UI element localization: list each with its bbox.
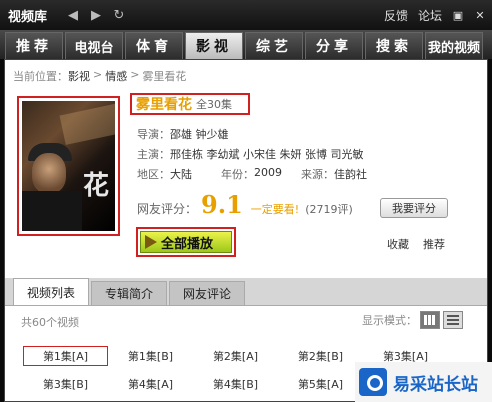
main-tabs: 推荐 电视台 体育 影视 综艺 分享 搜索 我的视频 bbox=[0, 30, 492, 59]
breadcrumb-separator: > bbox=[130, 68, 140, 81]
display-mode: 显示模式： bbox=[362, 311, 463, 329]
app-title: 视频库 bbox=[8, 9, 48, 25]
region-label: 地区： bbox=[137, 168, 170, 181]
forum-link[interactable]: 论坛 bbox=[418, 7, 442, 24]
cast-row: 主演： 邢佳栋 李幼斌 小宋佳 朱妍 张博 司光敏 bbox=[137, 146, 363, 162]
poster-highlight: 花 bbox=[17, 96, 120, 236]
list-view-icon[interactable] bbox=[443, 311, 463, 329]
play-icon bbox=[145, 235, 157, 249]
maximize-icon[interactable]: ▣ bbox=[452, 9, 464, 22]
tab-video-list[interactable]: 视频列表 bbox=[13, 278, 89, 305]
year-value: 2009 bbox=[254, 166, 282, 179]
source-value: 佳韵社 bbox=[334, 168, 367, 181]
play-all-button[interactable]: 全部播放 bbox=[140, 231, 232, 253]
director-label: 导演： bbox=[137, 128, 170, 141]
rating-label: 网友评分： bbox=[137, 202, 198, 216]
episode-item[interactable]: 第2集[B] bbox=[278, 346, 363, 366]
episode-item[interactable]: 第4集[A] bbox=[108, 374, 193, 394]
play-all-label: 全部播放 bbox=[161, 236, 214, 252]
back-arrow-icon[interactable]: ◀ bbox=[66, 8, 80, 23]
tab-share[interactable]: 分享 bbox=[305, 32, 363, 59]
title-bar-right: 反馈 论坛 ▣ ✕ bbox=[384, 0, 486, 30]
region-value: 大陆 bbox=[170, 168, 192, 181]
title-highlight: 雾里看花 全30集 bbox=[130, 93, 250, 115]
watermark-logo-icon bbox=[359, 368, 387, 396]
display-mode-label: 显示模式： bbox=[362, 314, 417, 327]
tab-album-intro[interactable]: 专辑简介 bbox=[91, 281, 167, 305]
breadcrumb-separator: > bbox=[93, 68, 103, 81]
breadcrumb-item-romance[interactable]: 情感 bbox=[105, 68, 127, 84]
tab-tv-station[interactable]: 电视台 bbox=[65, 32, 123, 59]
episode-item[interactable]: 第1集[B] bbox=[108, 346, 193, 366]
grid-view-icon[interactable] bbox=[420, 311, 440, 329]
tab-search[interactable]: 搜索 bbox=[365, 32, 423, 59]
rating-count: (2719评) bbox=[305, 203, 353, 216]
breadcrumb-item-current: 雾里看花 bbox=[142, 70, 187, 83]
show-title: 雾里看花 bbox=[136, 97, 192, 113]
cast-label: 主演： bbox=[137, 148, 170, 161]
poster-light-streak bbox=[59, 103, 115, 145]
cast-value[interactable]: 邢佳栋 李幼斌 小宋佳 朱妍 张博 司光敏 bbox=[170, 146, 363, 162]
episode-item[interactable]: 第3集[B] bbox=[23, 374, 108, 394]
close-icon[interactable]: ✕ bbox=[474, 9, 486, 22]
tab-my-videos[interactable]: 我的视频 bbox=[425, 32, 483, 59]
favorite-link[interactable]: 收藏 bbox=[387, 236, 409, 252]
tab-film-tv[interactable]: 影视 bbox=[185, 32, 243, 59]
tab-user-reviews[interactable]: 网友评论 bbox=[169, 281, 245, 305]
watermark: 易采站长站 bbox=[355, 362, 492, 402]
rating-row: 网友评分： 9.1 一定要看! (2719评) bbox=[137, 190, 353, 219]
video-count: 共60个视频 bbox=[21, 316, 79, 329]
poster-image[interactable]: 花 bbox=[22, 101, 115, 231]
sub-tabs: 视频列表 专辑简介 网友评论 bbox=[5, 278, 487, 306]
refresh-icon[interactable]: ↻ bbox=[112, 8, 126, 23]
watermark-text: 易采站长站 bbox=[393, 374, 478, 395]
breadcrumb-prefix: 当前位置： bbox=[13, 70, 68, 83]
poster-coat bbox=[22, 191, 82, 231]
title-bar: 视频库 ◀ ▶ ↻ 反馈 论坛 ▣ ✕ bbox=[0, 0, 492, 30]
year-label: 年份： bbox=[221, 168, 254, 181]
app-window: 视频库 ◀ ▶ ↻ 反馈 论坛 ▣ ✕ 推荐 电视台 体育 影视 综艺 分享 搜… bbox=[0, 0, 492, 402]
breadcrumb-item-film-tv[interactable]: 影视 bbox=[68, 68, 90, 84]
tab-variety[interactable]: 综艺 bbox=[245, 32, 303, 59]
feedback-link[interactable]: 反馈 bbox=[384, 7, 408, 24]
play-all-highlight: 全部播放 bbox=[136, 227, 236, 257]
poster-title-glyph: 花 bbox=[82, 171, 109, 201]
episode-item[interactable]: 第4集[B] bbox=[193, 374, 278, 394]
recommend-link[interactable]: 推荐 bbox=[423, 236, 445, 252]
region-cell: 地区： 大陆 bbox=[137, 166, 221, 182]
episode-item[interactable]: 第2集[A] bbox=[193, 346, 278, 366]
meta-row: 地区： 大陆 年份： 2009 来源： 佳韵社 bbox=[137, 166, 367, 182]
tab-recommend[interactable]: 推荐 bbox=[5, 32, 63, 59]
source-label: 来源： bbox=[301, 168, 334, 181]
source-cell: 来源： 佳韵社 bbox=[301, 166, 367, 182]
director-row: 导演： 邵雄 钟少雄 bbox=[137, 126, 229, 142]
episode-item[interactable]: 第5集[A] bbox=[278, 374, 363, 394]
rate-button[interactable]: 我要评分 bbox=[380, 198, 448, 218]
forward-arrow-icon[interactable]: ▶ bbox=[89, 8, 103, 23]
content-panel: 当前位置： 影视 > 情感 > 雾里看花 花 雾里看花 全30集 导演： 邵雄 … bbox=[4, 59, 488, 402]
nav-arrows: ◀ ▶ ↻ bbox=[66, 8, 126, 23]
year-cell: 年份： 2009 bbox=[221, 166, 301, 182]
breadcrumb: 当前位置： 影视 > 情感 > 雾里看花 bbox=[13, 68, 186, 84]
rating-verdict: 一定要看! bbox=[250, 203, 300, 216]
tab-sports[interactable]: 体育 bbox=[125, 32, 183, 59]
episode-item[interactable]: 第1集[A] bbox=[23, 346, 108, 366]
episode-count: 全30集 bbox=[196, 98, 232, 111]
director-value[interactable]: 邵雄 钟少雄 bbox=[170, 126, 229, 142]
rating-score: 9.1 bbox=[201, 190, 243, 219]
poster-face bbox=[32, 153, 66, 193]
